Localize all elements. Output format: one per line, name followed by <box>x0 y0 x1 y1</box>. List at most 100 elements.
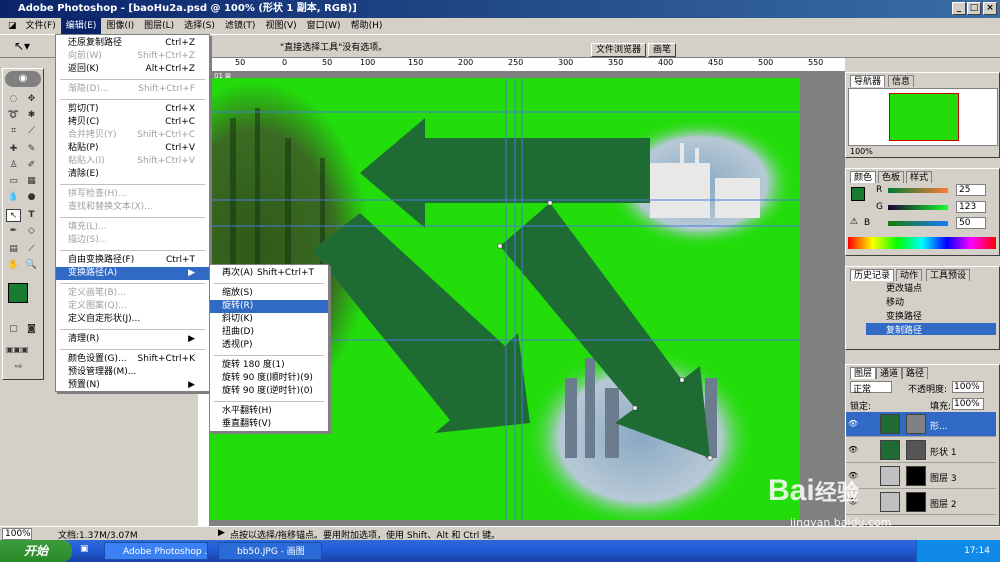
taskbar-paint[interactable]: bb50.JPG - 画图 <box>218 542 322 560</box>
tab-color[interactable]: 颜色 <box>850 171 877 183</box>
path-select-tool-icon[interactable]: ↖ <box>6 209 21 222</box>
r-slider[interactable] <box>888 188 948 193</box>
menu-item[interactable]: 旋转(R) <box>210 300 328 313</box>
app-icon[interactable]: ◪ <box>4 18 21 34</box>
history-brush-icon[interactable]: ✐ <box>24 159 39 172</box>
menu-window[interactable]: 窗口(W) <box>302 18 346 34</box>
menu-item[interactable]: 缩放(S) <box>210 287 328 300</box>
tab-info[interactable]: 信息 <box>888 75 915 87</box>
notes-tool-icon[interactable]: ▤ <box>6 243 21 256</box>
menu-item[interactable]: 粘贴(P) Ctrl+V <box>56 142 209 155</box>
menu-item[interactable]: 还原复制路径 Ctrl+Z <box>56 37 209 50</box>
menu-item[interactable]: 扭曲(D) <box>210 326 328 339</box>
layer-row[interactable]: 👁 形状 1 <box>846 438 996 463</box>
menu-file[interactable]: 文件(F) <box>21 18 61 34</box>
marquee-tool-icon[interactable]: ◌ <box>6 93 21 106</box>
gradient-tool-icon[interactable]: ▦ <box>24 175 39 188</box>
pen-tool-icon[interactable]: ✒ <box>6 225 21 238</box>
menu-item[interactable]: 再次(A) Shift+Ctrl+T <box>210 267 328 280</box>
tab-styles[interactable]: 样式 <box>906 171 933 183</box>
layer-row[interactable]: 👁 图层 2 <box>846 490 996 515</box>
minimize-button[interactable]: _ <box>952 2 966 15</box>
menu-item[interactable]: 预设管理器(M)... <box>56 366 209 379</box>
clone-stamp-icon[interactable]: ♙ <box>6 159 21 172</box>
color-fg-swatch[interactable] <box>851 187 865 201</box>
tab-file-browser[interactable]: 文件浏览器 <box>591 43 647 57</box>
menu-item[interactable]: 剪切(T) Ctrl+X <box>56 103 209 116</box>
blur-tool-icon[interactable]: 💧 <box>6 191 21 204</box>
g-value[interactable]: 123 <box>956 201 986 213</box>
blend-mode-select[interactable]: 正常 <box>850 381 892 395</box>
hand-tool-icon[interactable]: ✋ <box>6 259 21 272</box>
tab-channels[interactable]: 通道 <box>876 367 903 379</box>
eyedropper-tool-icon[interactable]: ⟋ <box>24 243 39 256</box>
menu-view[interactable]: 视图(V) <box>260 18 301 34</box>
crop-tool-icon[interactable]: ⌗ <box>6 125 21 138</box>
screen-mode-1-icon[interactable]: ▣▣▣ <box>6 343 29 356</box>
menu-edit[interactable]: 编辑(E) <box>60 18 102 34</box>
r-value[interactable]: 25 <box>956 184 986 196</box>
slice-tool-icon[interactable]: ⟋ <box>24 125 39 138</box>
history-item[interactable]: 移动 <box>866 295 996 308</box>
history-item-selected[interactable]: 复制路径 <box>866 323 996 336</box>
foreground-color-swatch[interactable] <box>8 283 28 303</box>
menu-item[interactable]: 透视(P) <box>210 339 328 352</box>
warning-icon[interactable]: ⚠ <box>850 217 858 227</box>
visibility-eye-icon[interactable]: 👁 <box>848 445 858 454</box>
b-value[interactable]: 50 <box>956 217 986 229</box>
zoom-tool-icon[interactable]: 🔍 <box>24 259 39 272</box>
menu-item[interactable]: 清除(E) <box>56 168 209 181</box>
menu-item[interactable]: 清理(R) ▶ <box>56 333 209 346</box>
menu-item[interactable]: 旋转 90 度(逆时针)(0) <box>210 385 328 398</box>
visibility-eye-icon[interactable]: 👁 <box>848 419 858 428</box>
menu-layer[interactable]: 图层(L) <box>139 18 179 34</box>
magic-wand-icon[interactable]: ✱ <box>24 109 39 122</box>
standard-mode-icon[interactable]: ▢ <box>6 323 21 336</box>
g-slider[interactable] <box>888 205 948 210</box>
healing-brush-icon[interactable]: ✚ <box>6 143 21 156</box>
start-button[interactable]: 开始 <box>0 540 72 562</box>
type-tool-icon[interactable]: T <box>24 209 39 222</box>
eye-logo-icon[interactable]: ◉ <box>5 71 41 87</box>
menu-item[interactable]: 旋转 90 度(顺时针)(9) <box>210 372 328 385</box>
menu-select[interactable]: 选择(S) <box>179 18 220 34</box>
tab-brushes[interactable]: 画笔 <box>648 43 677 57</box>
menu-item[interactable]: 旋转 180 度(1) <box>210 359 328 372</box>
jump-to-imageready-icon[interactable]: ⇨ <box>11 361 26 374</box>
menu-item[interactable]: 水平翻转(H) <box>210 405 328 418</box>
menu-help[interactable]: 帮助(H) <box>346 18 388 34</box>
menu-item[interactable]: 斜切(K) <box>210 313 328 326</box>
taskbar-photoshop[interactable]: Adobe Photoshop ... <box>104 542 208 560</box>
tab-navigator[interactable]: 导航器 <box>850 75 886 87</box>
menu-item[interactable]: 预置(N) ▶ <box>56 379 209 392</box>
history-item[interactable]: 变换路径 <box>866 309 996 322</box>
menu-item[interactable]: 垂直翻转(V) <box>210 418 328 431</box>
brush-tool-icon[interactable]: ✎ <box>24 143 39 156</box>
menu-item[interactable]: 定义自定形状(J)... <box>56 313 209 326</box>
close-button[interactable]: × <box>983 2 997 15</box>
tab-swatches[interactable]: 色板 <box>878 171 905 183</box>
menu-item[interactable]: 自由变换路径(F) Ctrl+T <box>56 254 209 267</box>
layer-row-selected[interactable]: 👁 形... <box>846 412 996 437</box>
menu-item[interactable]: 颜色设置(G)... Shift+Ctrl+K <box>56 353 209 366</box>
menu-item[interactable]: 变换路径(A) ▶ <box>56 267 209 280</box>
shape-tool-icon[interactable]: ◇ <box>24 225 39 238</box>
menu-image[interactable]: 图像(I) <box>101 18 139 34</box>
play-arrow-icon[interactable]: ▶ <box>218 528 225 538</box>
layer-row[interactable]: 👁 图层 3 <box>846 464 996 489</box>
color-ramp[interactable] <box>848 237 996 249</box>
fill-input[interactable]: 100% <box>952 398 984 410</box>
b-slider[interactable] <box>888 221 948 226</box>
navigator-preview[interactable] <box>848 88 998 146</box>
menu-item[interactable]: 返回(K) Alt+Ctrl+Z <box>56 63 209 76</box>
menu-filter[interactable]: 滤镜(T) <box>220 18 261 34</box>
quicklaunch-icon[interactable]: ▣ <box>80 544 89 554</box>
tab-history[interactable]: 历史记录 <box>850 269 895 281</box>
tab-layers[interactable]: 图层 <box>850 367 877 379</box>
direct-select-tool-icon[interactable]: ↖▾ <box>14 39 30 53</box>
maximize-button[interactable]: □ <box>967 2 981 15</box>
quickmask-mode-icon[interactable]: ◙ <box>24 323 39 336</box>
tab-actions[interactable]: 动作 <box>896 269 923 281</box>
move-tool-icon[interactable]: ✥ <box>24 93 39 106</box>
status-zoom[interactable]: 100% <box>2 528 32 540</box>
